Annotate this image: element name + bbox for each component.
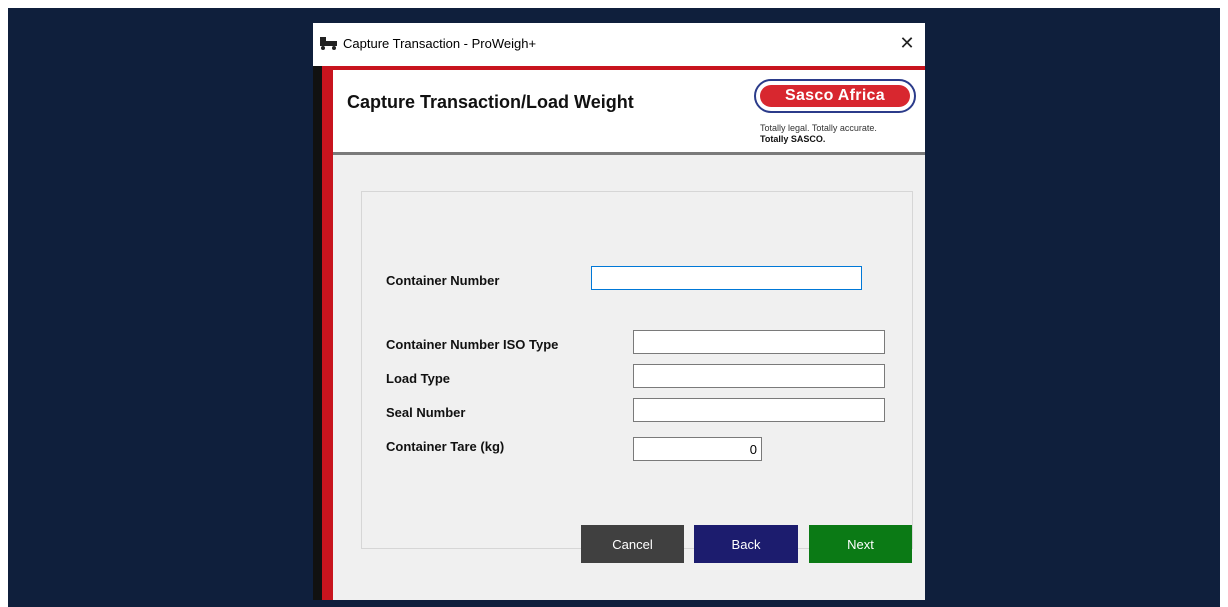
back-button[interactable]: Back bbox=[694, 525, 798, 563]
logo-oval: Sasco Africa bbox=[754, 79, 916, 113]
dialog-header: Capture Transaction/Load Weight Sasco Af… bbox=[333, 66, 925, 153]
container-number-label: Container Number bbox=[386, 273, 500, 288]
load-type-field[interactable] bbox=[633, 364, 885, 388]
container-number-field[interactable] bbox=[591, 266, 862, 290]
seal-number-field[interactable] bbox=[633, 398, 885, 422]
next-button[interactable]: Next bbox=[809, 525, 912, 563]
page-heading: Capture Transaction/Load Weight bbox=[347, 92, 634, 112]
capture-transaction-window: Capture Transaction - ProWeigh+ ✕ Captur… bbox=[313, 23, 925, 600]
sasco-africa-logo: Sasco Africa Totally legal. Totally accu… bbox=[754, 79, 919, 154]
left-accent-red bbox=[322, 66, 333, 600]
iso-type-label: Container Number ISO Type bbox=[386, 337, 559, 352]
seal-number-label: Seal Number bbox=[386, 405, 466, 420]
window-title: Capture Transaction - ProWeigh+ bbox=[343, 36, 537, 51]
title-bar[interactable]: Capture Transaction - ProWeigh+ ✕ bbox=[313, 23, 925, 66]
logo-brand: Sasco Africa bbox=[760, 85, 910, 107]
container-tare-field[interactable] bbox=[633, 437, 762, 461]
header-divider bbox=[333, 152, 925, 155]
logo-tagline: Totally legal. Totally accurate. bbox=[760, 123, 877, 133]
truck-icon bbox=[319, 35, 339, 51]
logo-tagline-bold: Totally SASCO. bbox=[760, 134, 826, 144]
iso-type-field[interactable] bbox=[633, 330, 885, 354]
cancel-button[interactable]: Cancel bbox=[581, 525, 684, 563]
close-icon[interactable]: ✕ bbox=[895, 31, 919, 55]
dialog-content: Capture Transaction/Load Weight Sasco Af… bbox=[333, 66, 925, 600]
left-accent-dark bbox=[313, 66, 322, 600]
container-tare-label: Container Tare (kg) bbox=[386, 439, 505, 454]
load-type-label: Load Type bbox=[386, 371, 451, 386]
